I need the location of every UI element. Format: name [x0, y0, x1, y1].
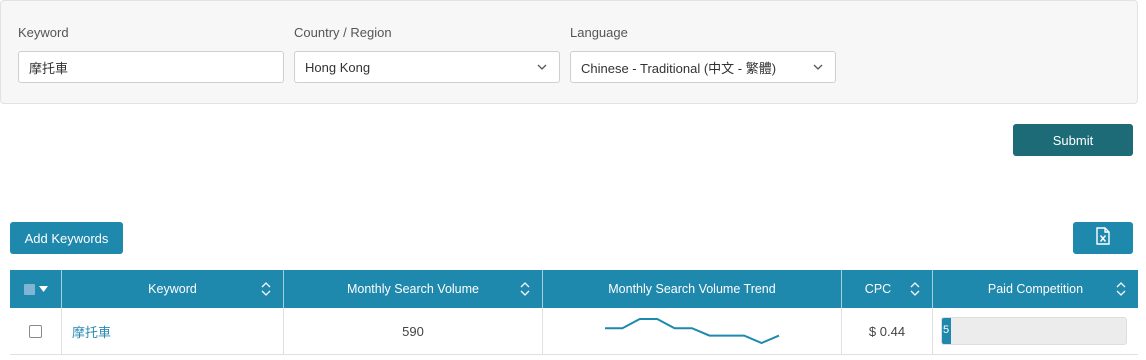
sort-icon — [1116, 282, 1126, 296]
keyword-input[interactable]: 摩托車 — [18, 51, 284, 83]
search-panel: Keyword 摩托車 Country / Region Hong Kong L… — [0, 0, 1138, 104]
column-header-volume[interactable]: Monthly Search Volume — [284, 270, 543, 308]
table-row: 摩托車 590 $ 0.44 5 — [10, 308, 1138, 360]
keyword-field: Keyword 摩托車 — [18, 25, 284, 83]
column-header-trend: Monthly Search Volume Trend — [543, 270, 842, 308]
column-header-label: Keyword — [148, 282, 197, 296]
column-header-competition[interactable]: Paid Competition — [933, 270, 1138, 308]
column-header-label: CPC — [864, 282, 892, 296]
language-select[interactable]: Chinese - Traditional (中文 - 繁體) — [570, 51, 836, 83]
country-select-value: Hong Kong — [305, 59, 371, 75]
language-select-value: Chinese - Traditional (中文 - 繁體) — [581, 60, 777, 76]
column-header-keyword[interactable]: Keyword — [62, 270, 284, 308]
volume-value: 590 — [402, 323, 424, 339]
country-select[interactable]: Hong Kong — [294, 51, 560, 83]
chevron-down-icon — [811, 60, 825, 74]
select-all-checkbox[interactable] — [23, 283, 35, 295]
language-field: Language Chinese - Traditional (中文 - 繁體) — [570, 25, 836, 83]
cpc-value: $ 0.44 — [868, 323, 906, 339]
keyword-link[interactable]: 摩托車 — [72, 322, 111, 341]
keyword-cell: 摩托車 — [62, 308, 284, 354]
keyword-label: Keyword — [18, 25, 69, 40]
submit-button[interactable]: Submit — [1013, 124, 1133, 156]
country-label: Country / Region — [294, 25, 392, 40]
cpc-cell: $ 0.44 — [842, 308, 933, 354]
competition-cell: 5 — [933, 308, 1138, 354]
chevron-down-icon — [535, 60, 549, 74]
results-table: Keyword Monthly Search Volume Monthly Se… — [10, 270, 1138, 360]
add-keywords-button[interactable]: Add Keywords — [10, 222, 123, 254]
column-header-label: Paid Competition — [987, 282, 1084, 296]
trend-sparkline — [605, 318, 780, 345]
competition-progress-text: 5 — [943, 324, 950, 336]
row-select-cell — [10, 308, 62, 354]
export-excel-button[interactable] — [1073, 222, 1133, 254]
country-field: Country / Region Hong Kong — [294, 25, 560, 83]
column-header-label: Monthly Search Volume Trend — [608, 282, 776, 296]
caret-down-icon[interactable] — [38, 286, 48, 292]
row-checkbox[interactable] — [29, 324, 42, 338]
excel-export-icon — [1095, 226, 1111, 250]
sort-icon — [520, 282, 530, 296]
column-header-cpc[interactable]: CPC — [842, 270, 933, 308]
keyword-input-value: 摩托車 — [29, 60, 69, 76]
row-divider — [10, 354, 1138, 355]
competition-progress-bar: 5 — [941, 317, 1127, 345]
trend-cell — [543, 308, 842, 354]
sort-icon — [910, 282, 920, 296]
volume-cell: 590 — [284, 308, 543, 354]
select-all-control[interactable] — [10, 270, 62, 308]
column-header-label: Monthly Search Volume — [346, 282, 479, 296]
language-label: Language — [570, 25, 628, 40]
sort-icon — [261, 282, 271, 296]
table-header: Keyword Monthly Search Volume Monthly Se… — [10, 270, 1138, 308]
trend-line — [605, 318, 780, 345]
